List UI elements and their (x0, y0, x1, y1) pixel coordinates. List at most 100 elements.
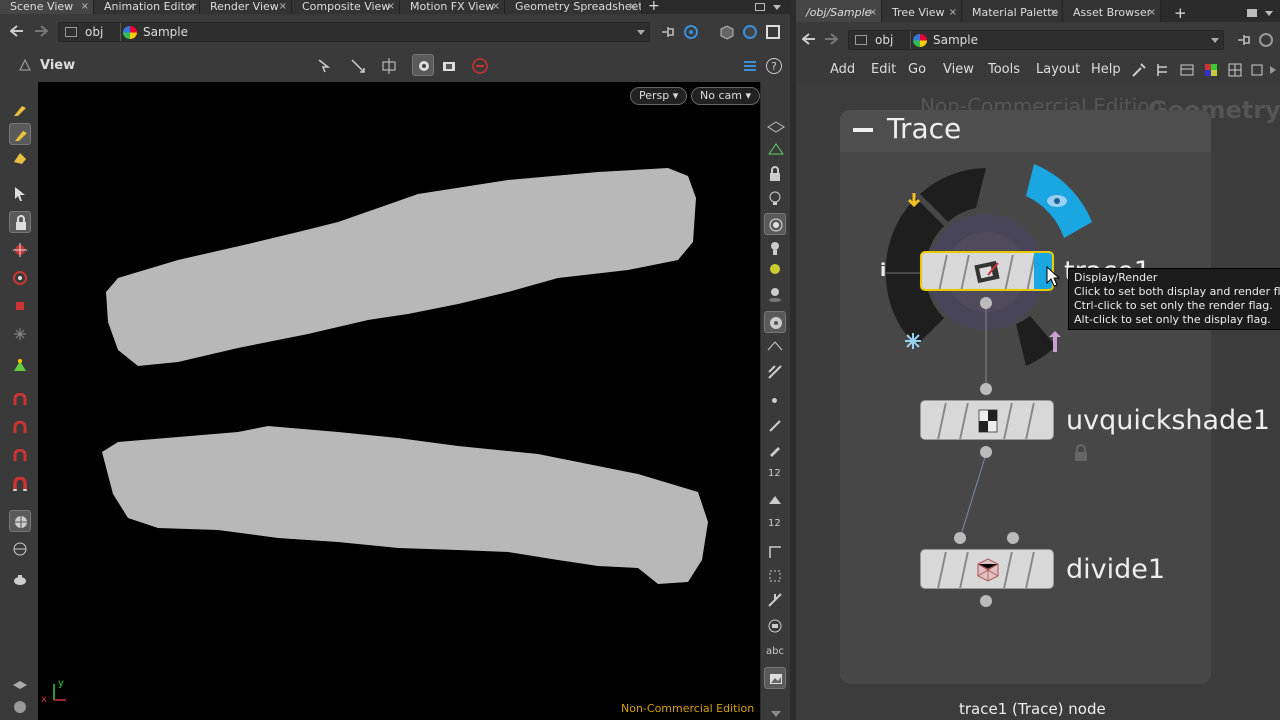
add-tab-button[interactable]: + (648, 0, 660, 14)
rotate-tool-button[interactable] (9, 267, 31, 289)
path-dropdown-icon[interactable] (637, 30, 645, 35)
world-space-button[interactable] (9, 538, 31, 560)
forward-arrow-icon[interactable] (34, 25, 48, 37)
tree-layout-icon[interactable] (1155, 62, 1171, 78)
node-uvquickshade1[interactable] (920, 400, 1054, 440)
snap-multi-button[interactable] (9, 474, 31, 496)
path-field[interactable]: obj Sample (58, 22, 650, 42)
breadcrumb-sample[interactable]: Sample (143, 25, 188, 39)
back-arrow-icon[interactable] (10, 25, 24, 37)
prim-display-icon[interactable] (767, 492, 783, 508)
wrench-icon[interactable] (1131, 62, 1147, 78)
snap-point-button[interactable] (9, 446, 31, 468)
tab-animation-editor[interactable]: Animation Editor × (94, 0, 200, 14)
link-icon[interactable] (1258, 32, 1274, 48)
bulb-icon[interactable] (767, 240, 783, 256)
color-palette-icon[interactable] (1203, 62, 1219, 78)
toolbar-more-icon[interactable] (771, 711, 781, 717)
close-icon[interactable]: × (387, 0, 395, 13)
tab-motion-fx-view[interactable]: Motion FX View × (400, 0, 505, 14)
tab-geometry-spreadsheet[interactable]: Geometry Spreadsheet × (505, 0, 642, 14)
maximize-icon[interactable] (1247, 9, 1257, 17)
eraser-tool-button[interactable] (9, 147, 31, 169)
input-connector[interactable] (980, 383, 992, 395)
collapse-icon[interactable] (853, 128, 873, 132)
template-icon[interactable] (1048, 330, 1062, 354)
menu-view[interactable]: View (943, 62, 974, 77)
close-icon[interactable]: × (279, 0, 287, 13)
cube-view-icon[interactable] (718, 24, 736, 40)
menu-tools[interactable]: Tools (988, 62, 1020, 77)
ambient-light-icon[interactable] (767, 262, 783, 278)
link-icon[interactable] (683, 24, 699, 40)
viewer-menu-icon[interactable] (18, 58, 32, 72)
point-display-icon[interactable] (772, 398, 777, 403)
menu-go[interactable]: Go (908, 62, 926, 77)
snowflake-icon[interactable] (904, 332, 922, 350)
pane-menu-icon[interactable] (1265, 11, 1273, 16)
node-lock-icon[interactable] (1072, 444, 1090, 462)
lock-tool-button[interactable] (9, 211, 31, 233)
close-icon[interactable]: × (629, 0, 637, 13)
select-mode-icon[interactable] (316, 58, 334, 74)
tab-composite-view[interactable]: Composite View × (292, 0, 400, 14)
headlight-button[interactable] (764, 213, 786, 235)
shading-button[interactable] (9, 696, 31, 718)
no-entry-icon[interactable] (472, 58, 488, 74)
camera-dropdown[interactable]: No cam ▾ (691, 87, 760, 105)
pose-tool-button[interactable] (9, 323, 31, 345)
maximize-viewer-icon[interactable] (766, 25, 780, 39)
persp-dropdown[interactable]: Persp ▾ (630, 87, 688, 105)
sculpt-tool-button[interactable] (9, 123, 31, 145)
3d-viewport[interactable]: Persp ▾ No cam ▾ y x Non-Commercial Edit… (38, 82, 760, 720)
tab-render-view[interactable]: Render View × (200, 0, 292, 14)
snapshot-icon[interactable] (441, 58, 457, 74)
input-connector[interactable] (954, 532, 966, 544)
snap-prim-button[interactable] (9, 418, 31, 440)
path-field[interactable]: obj Sample (848, 30, 1224, 50)
render-button[interactable] (9, 568, 31, 590)
pane-layout-button[interactable] (9, 672, 31, 694)
forward-arrow-icon[interactable] (824, 33, 838, 45)
output-connector[interactable] (980, 595, 992, 607)
menu-overflow-icon[interactable] (1270, 66, 1276, 74)
tab-scene-view[interactable]: Scene View × (0, 0, 94, 14)
handle-mode-icon[interactable] (381, 58, 399, 74)
breadcrumb-obj[interactable]: obj (875, 33, 893, 47)
maximize-icon[interactable] (755, 3, 765, 11)
text-display-toggle[interactable]: abc (766, 646, 784, 657)
path-dropdown-icon[interactable] (1211, 38, 1219, 43)
input-connector[interactable] (1007, 532, 1019, 544)
down-arrow-icon[interactable] (906, 192, 922, 208)
select-tool-button[interactable] (9, 183, 31, 205)
image-background-button[interactable] (764, 667, 786, 689)
shadow-icon[interactable] (767, 286, 783, 302)
pin-icon[interactable] (1236, 33, 1252, 47)
handle-tool-button[interactable] (9, 354, 31, 376)
transform-mode-icon[interactable] (350, 58, 368, 74)
network-canvas[interactable]: Non-Commercial Edition Geometry Trace i (796, 84, 1280, 720)
add-tab-button[interactable]: + (1174, 4, 1187, 22)
menu-help[interactable]: Help (1091, 62, 1121, 77)
node-divide1[interactable] (920, 549, 1054, 589)
visibility-icon[interactable] (767, 120, 785, 134)
menu-edit[interactable]: Edit (871, 62, 896, 77)
list-view-icon[interactable] (1179, 62, 1195, 78)
scale-tool-button[interactable] (9, 295, 31, 317)
shape-palette-icon[interactable] (1250, 62, 1266, 78)
back-arrow-icon[interactable] (802, 33, 816, 45)
vertex-display-icon[interactable] (767, 592, 783, 608)
light-bulb-icon[interactable] (767, 190, 783, 206)
pane-menu-icon[interactable] (773, 5, 781, 10)
snap-grid-button[interactable] (9, 390, 31, 412)
menu-add[interactable]: Add (830, 62, 855, 77)
viewer-lock-icon[interactable] (767, 166, 783, 182)
pin-icon[interactable] (660, 25, 676, 39)
grid-snap-icon[interactable] (767, 364, 783, 380)
paint-tool-button[interactable] (9, 99, 31, 121)
display-options-icon[interactable] (741, 24, 759, 40)
move-tool-button[interactable] (9, 239, 31, 261)
pen-icon[interactable] (767, 442, 783, 458)
prim-numbers-toggle[interactable]: 12 (768, 518, 781, 529)
menu-layout[interactable]: Layout (1036, 62, 1080, 77)
